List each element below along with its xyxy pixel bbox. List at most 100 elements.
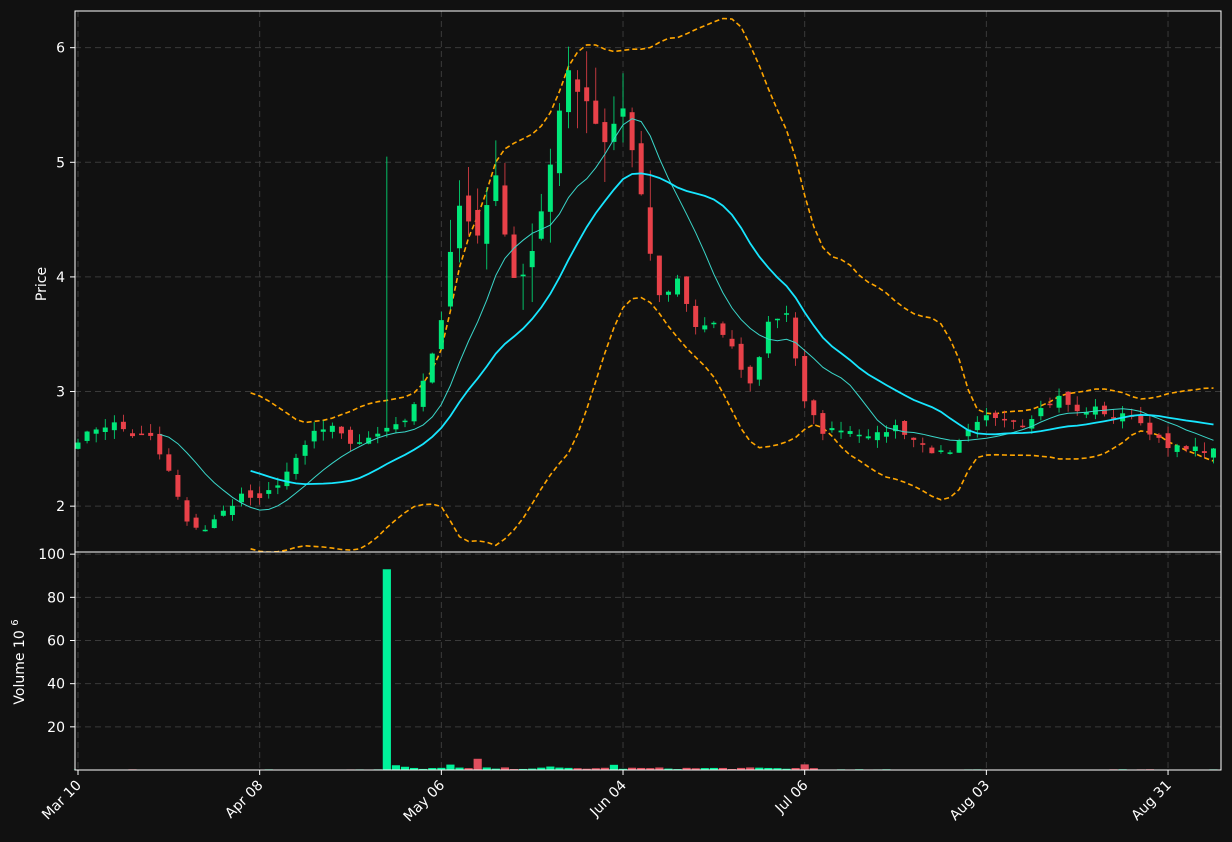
candle-body-down bbox=[811, 400, 817, 416]
volume-y-axis-label: Volume 10 6 bbox=[10, 619, 28, 704]
candle-body-down bbox=[693, 305, 699, 328]
price-y-axis-label: Price bbox=[34, 267, 50, 301]
candle-body-up bbox=[266, 490, 272, 494]
candle-body-down bbox=[738, 343, 744, 370]
candle-body-down bbox=[575, 79, 581, 92]
candle-body-down bbox=[902, 420, 908, 435]
candle-body-down bbox=[1020, 425, 1026, 428]
candle-body-up bbox=[956, 440, 962, 453]
candle-body-down bbox=[602, 122, 608, 143]
candle-body-up bbox=[620, 108, 626, 117]
candle-body-up bbox=[784, 313, 790, 315]
candle-body-up bbox=[429, 353, 435, 383]
candle-body-down bbox=[193, 517, 199, 528]
candle-body-down bbox=[166, 454, 172, 471]
candle-body-up bbox=[883, 432, 889, 437]
candle-body-down bbox=[920, 443, 926, 445]
candle-body-down bbox=[130, 433, 135, 437]
candle-body-up bbox=[938, 450, 944, 452]
volume-bar-up bbox=[446, 764, 455, 770]
candle-body-up bbox=[75, 442, 81, 449]
candle-body-down bbox=[747, 366, 753, 384]
price-tick-label: 3 bbox=[56, 385, 65, 401]
candle-body-up bbox=[84, 431, 90, 441]
candle-body-up bbox=[102, 427, 108, 432]
candle-body-up bbox=[538, 211, 544, 239]
candle-body-down bbox=[184, 500, 190, 522]
candle-body-up bbox=[874, 432, 880, 441]
candle-body-down bbox=[248, 490, 254, 498]
volume-tick-label: 60 bbox=[47, 633, 65, 649]
candle-body-up bbox=[711, 322, 717, 325]
candle-body-down bbox=[1138, 415, 1144, 424]
volume-label-exp: 10 bbox=[12, 630, 28, 648]
candle-body-down bbox=[502, 185, 508, 235]
candle-body-up bbox=[293, 457, 299, 474]
candle-body-down bbox=[1201, 451, 1207, 453]
candle-body-up bbox=[529, 251, 535, 268]
candle-body-down bbox=[911, 437, 917, 440]
volume-tick-label: 100 bbox=[38, 547, 65, 563]
candle-body-up bbox=[447, 251, 453, 307]
candle-body-down bbox=[684, 276, 690, 304]
candle-body-up bbox=[493, 175, 499, 202]
candle-body-down bbox=[157, 433, 163, 455]
candle-body-down bbox=[475, 209, 481, 236]
candle-body-down bbox=[720, 323, 726, 335]
candle-body-up bbox=[829, 428, 835, 431]
candle-body-up bbox=[756, 357, 762, 380]
price-tick-label: 4 bbox=[56, 270, 65, 286]
candle-body-up bbox=[202, 529, 208, 532]
price-tick-label: 5 bbox=[56, 155, 65, 171]
candle-body-down bbox=[820, 413, 826, 434]
candle-body-up bbox=[547, 164, 553, 212]
candle-body-up bbox=[484, 205, 490, 244]
candle-body-down bbox=[338, 426, 344, 434]
candle-body-up bbox=[220, 510, 226, 516]
candle-body-up bbox=[974, 421, 980, 431]
volume-tick-label: 40 bbox=[47, 677, 65, 693]
candle-body-down bbox=[1074, 404, 1080, 412]
candle-body-down bbox=[656, 255, 662, 296]
candle-body-down bbox=[466, 195, 472, 222]
candle-body-up bbox=[311, 430, 317, 442]
candle-body-up bbox=[865, 436, 871, 439]
candle-body-down bbox=[584, 87, 590, 102]
candle-body-down bbox=[929, 447, 935, 454]
candle-body-up bbox=[302, 444, 308, 456]
volume-bar-up bbox=[546, 766, 555, 770]
candle-body-down bbox=[802, 356, 808, 402]
candle-body-down bbox=[992, 412, 998, 419]
candle-body-up bbox=[566, 70, 572, 113]
candle-body-down bbox=[1147, 422, 1153, 435]
candle-body-up bbox=[402, 420, 408, 423]
candle-body-down bbox=[139, 433, 145, 436]
candle-body-down bbox=[638, 143, 644, 195]
candle-body-down bbox=[629, 112, 635, 151]
candle-body-up bbox=[1038, 408, 1044, 417]
volume-bar-down bbox=[473, 758, 482, 770]
candle-body-up bbox=[1192, 446, 1198, 452]
candle-body-up bbox=[411, 404, 417, 422]
candle-body-up bbox=[702, 325, 708, 330]
stock-chart: 23456 Price 20406080100 Volume 10 6 Mar … bbox=[0, 0, 1232, 842]
candle-body-down bbox=[729, 338, 735, 347]
candle-body-down bbox=[647, 207, 653, 254]
candle-body-up bbox=[329, 425, 335, 432]
candle-body-up bbox=[384, 427, 390, 432]
volume-bar-up bbox=[609, 764, 619, 770]
candle-body-down bbox=[1011, 420, 1017, 422]
candle-body-up bbox=[438, 320, 444, 350]
candle-body-down bbox=[1002, 418, 1008, 421]
candle-body-up bbox=[457, 205, 463, 249]
candle-body-up bbox=[239, 493, 245, 503]
candle-body-down bbox=[793, 317, 799, 359]
candle-body-down bbox=[1156, 434, 1162, 438]
price-tick-label: 6 bbox=[56, 41, 65, 57]
candle-body-up bbox=[111, 422, 117, 431]
candle-body-down bbox=[1047, 403, 1053, 406]
candle-body-up bbox=[229, 505, 235, 515]
candle-body-down bbox=[1165, 433, 1171, 449]
candle-body-up bbox=[838, 430, 844, 433]
volume-label-text: Volume bbox=[12, 653, 28, 705]
